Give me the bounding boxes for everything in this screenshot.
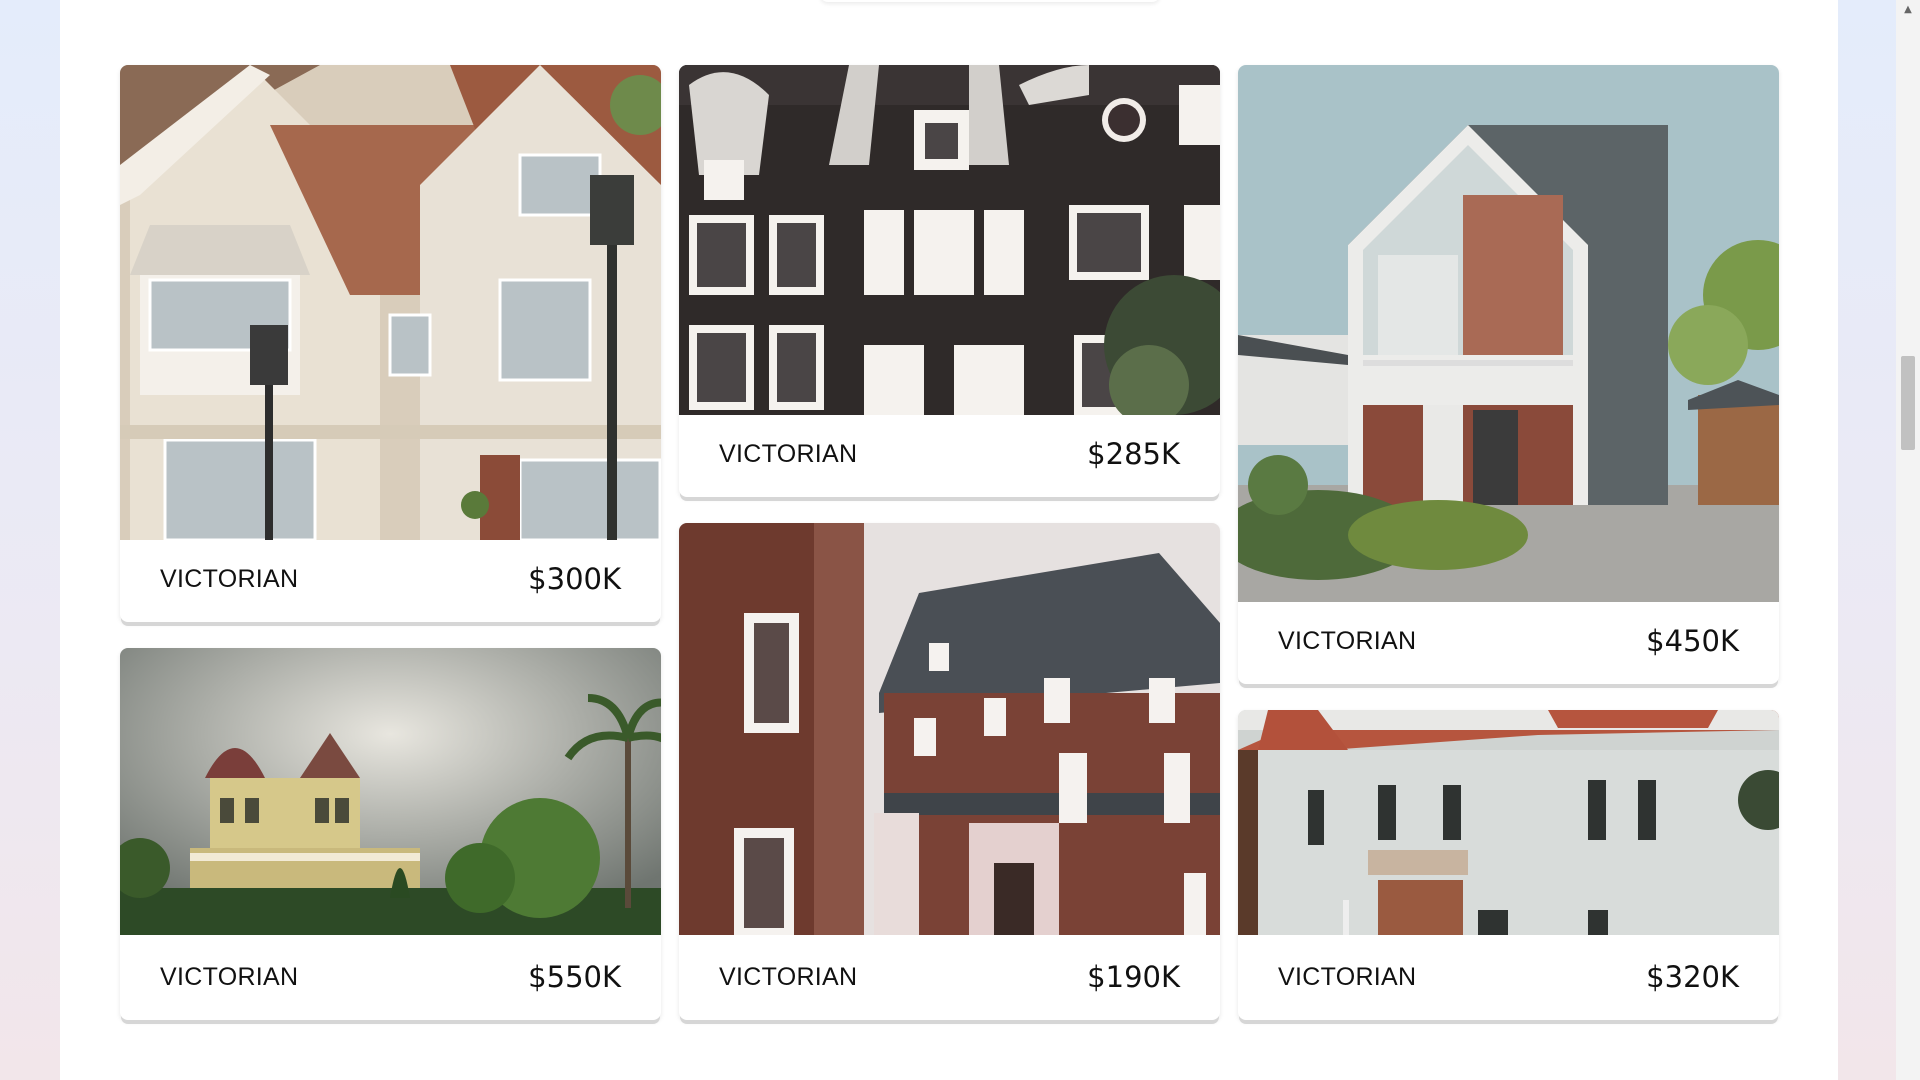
page-container: VICTORIAN $300K VICTORIAN $285K VICTORIA… bbox=[60, 0, 1838, 1080]
listing-price: $550K bbox=[528, 960, 621, 994]
listing-info: VICTORIAN $285K bbox=[679, 411, 1220, 497]
top-panel-edge bbox=[820, 0, 1160, 2]
listing-style: VICTORIAN bbox=[160, 962, 299, 991]
listing-card[interactable]: VICTORIAN $190K bbox=[679, 523, 1220, 1020]
listing-price: $320K bbox=[1646, 960, 1739, 994]
listing-card[interactable]: VICTORIAN $320K bbox=[1238, 710, 1779, 1020]
house-photo bbox=[679, 523, 1220, 935]
listing-info: VICTORIAN $320K bbox=[1238, 934, 1779, 1020]
listing-price: $300K bbox=[528, 562, 621, 596]
listing-info: VICTORIAN $550K bbox=[120, 934, 661, 1020]
page-scrollbar[interactable]: ▲ bbox=[1896, 0, 1920, 1080]
listing-info: VICTORIAN $450K bbox=[1238, 598, 1779, 684]
listing-card[interactable]: VICTORIAN $450K bbox=[1238, 65, 1779, 684]
listing-style: VICTORIAN bbox=[1278, 626, 1417, 655]
listing-style: VICTORIAN bbox=[160, 564, 299, 593]
scroll-thumb[interactable] bbox=[1901, 356, 1915, 450]
listing-price: $450K bbox=[1646, 624, 1739, 658]
listing-price: $190K bbox=[1087, 960, 1180, 994]
scroll-up-arrow-icon[interactable]: ▲ bbox=[1896, 2, 1920, 18]
listing-card[interactable]: VICTORIAN $550K bbox=[120, 648, 661, 1020]
listing-info: VICTORIAN $190K bbox=[679, 934, 1220, 1020]
house-photo bbox=[679, 65, 1220, 415]
listing-style: VICTORIAN bbox=[719, 439, 858, 468]
listing-card[interactable]: VICTORIAN $285K bbox=[679, 65, 1220, 497]
listing-info: VICTORIAN $300K bbox=[120, 536, 661, 622]
listing-style: VICTORIAN bbox=[1278, 962, 1417, 991]
house-photo bbox=[120, 65, 661, 540]
house-photo bbox=[1238, 65, 1779, 602]
listing-card[interactable]: VICTORIAN $300K bbox=[120, 65, 661, 622]
house-photo bbox=[1238, 710, 1779, 935]
listing-style: VICTORIAN bbox=[719, 962, 858, 991]
listing-price: $285K bbox=[1087, 437, 1180, 471]
house-photo bbox=[120, 648, 661, 935]
